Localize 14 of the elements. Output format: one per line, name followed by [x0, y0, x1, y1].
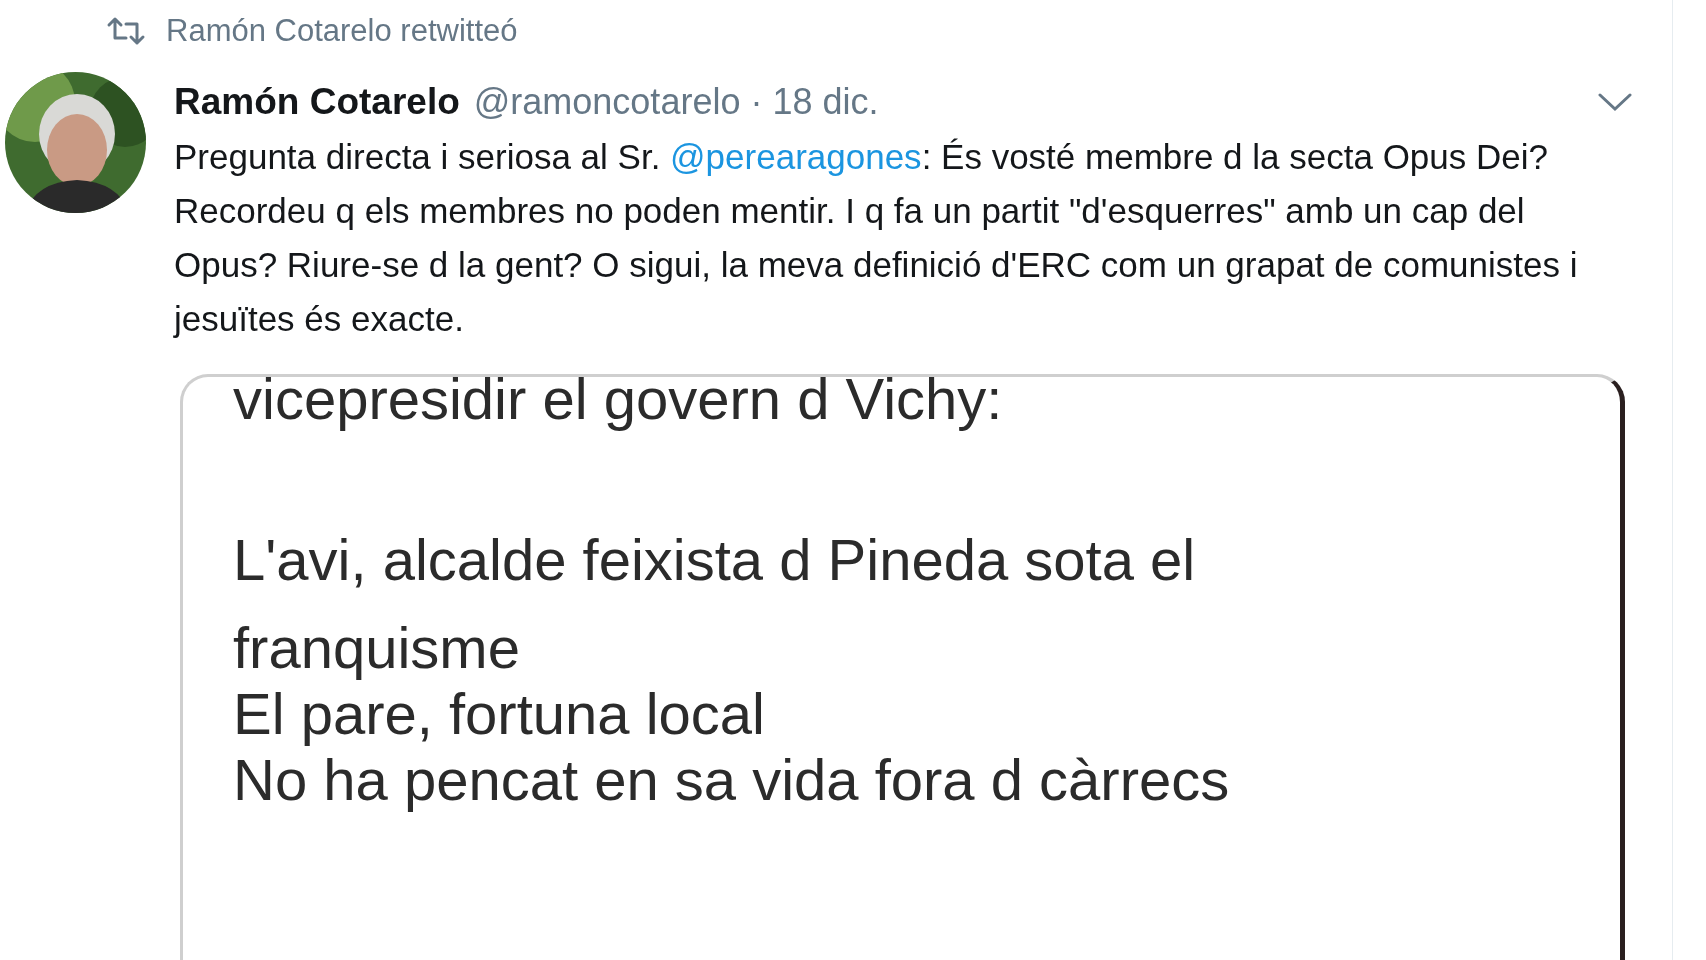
author-name[interactable]: Ramón Cotarelo [174, 74, 460, 130]
image-text-line: vicepresidir el govern d Vichy: [233, 377, 1004, 433]
image-text-line: No ha pencat en sa vida fora d càrrecs [233, 746, 1231, 814]
separator: · [750, 80, 763, 124]
retweet-label: Ramón Cotarelo retwitteó [166, 11, 518, 50]
author-handle[interactable]: @ramoncotarelo [473, 75, 741, 129]
chevron-down-icon[interactable] [1598, 92, 1632, 112]
retweet-icon [106, 16, 146, 46]
tweet-date[interactable]: 18 dic. [772, 75, 879, 129]
tweet-text: Pregunta directa i seriosa al Sr. @perearagones: És vosté membre d la secta Opus Dei? Recordeu q els membres no poden mentir. I q fa un partit "d'esquerres" amb un cap del Opus? Riure-se d la gent? O sigui, la meva definició d'ERC com un grapat de comunistes i jesuïtes és exacte. [174, 136, 1579, 340]
mention-link[interactable]: @perearagones [670, 137, 922, 176]
image-card[interactable]: vicepresidir el govern d Vichy: L'avi, alcalde feixista d Pineda sota el franquisme El pare, fortuna local No ha pencat en sa vida fora d càrrecs [180, 374, 1625, 960]
image-text-line: L'avi, alcalde feixista d Pineda sota el franquisme [233, 526, 1197, 682]
image-text-line: El pare, fortuna local [233, 680, 766, 748]
